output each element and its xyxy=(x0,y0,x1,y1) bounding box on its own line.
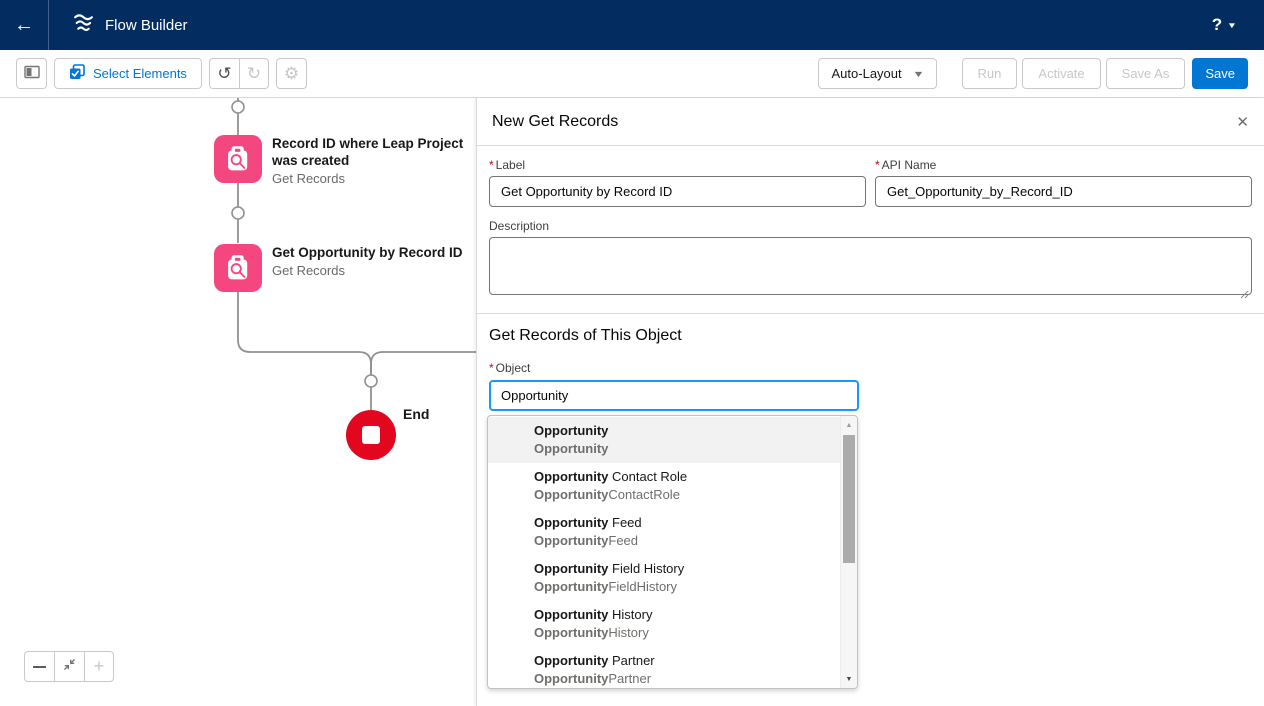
flow-settings-button[interactable]: ⚙ xyxy=(276,58,307,89)
toolbar: Select Elements ↺ ↻ ⚙ Auto-Layout ▼ Run … xyxy=(0,50,1264,98)
zoom-out-button[interactable] xyxy=(24,651,54,682)
section-title: Get Records of This Object xyxy=(489,327,1252,345)
get-records-node-icon[interactable] xyxy=(214,244,262,292)
panel-header: New Get Records ✕ xyxy=(477,98,1264,146)
panel-toggle-icon xyxy=(24,65,40,82)
required-mark: * xyxy=(489,361,494,375)
node-subtitle: Get Records xyxy=(272,262,476,280)
canvas-zoom-controls: + xyxy=(24,651,114,682)
node-title: Record ID where Leap Project was created xyxy=(272,135,476,169)
plus-icon: + xyxy=(94,656,105,677)
app-title: Flow Builder xyxy=(105,17,188,34)
flow-node-get-records-1[interactable]: Record ID where Leap Project was created… xyxy=(214,135,476,188)
scroll-up-icon[interactable]: ▲ xyxy=(841,417,857,433)
app-header: ← Flow Builder ? ▼ xyxy=(0,0,1264,50)
close-icon[interactable]: ✕ xyxy=(1236,113,1249,131)
flow-canvas[interactable]: Record ID where Leap Project was created… xyxy=(0,98,476,706)
dropdown-option-opportunity-feed[interactable]: Opportunity Feed OpportunityFeed xyxy=(488,509,840,555)
back-arrow-icon: ← xyxy=(14,14,34,37)
label-field-label: *Label xyxy=(489,158,866,172)
save-as-button[interactable]: Save As xyxy=(1106,58,1186,89)
brand: Flow Builder xyxy=(49,12,188,38)
multi-select-checkbox-icon xyxy=(69,64,85,83)
fit-view-icon xyxy=(62,657,77,677)
help-menu-button[interactable]: ? ▼ xyxy=(1212,15,1264,35)
gear-icon: ⚙ xyxy=(284,65,299,82)
api-name-input[interactable] xyxy=(875,176,1252,207)
panel-title: New Get Records xyxy=(492,113,618,131)
end-stop-icon xyxy=(362,426,380,444)
flow-builder-logo-icon xyxy=(73,12,94,38)
save-label: Save xyxy=(1205,66,1235,81)
redo-button[interactable]: ↻ xyxy=(239,58,269,89)
chevron-down-icon: ▼ xyxy=(1227,21,1237,30)
object-suggestions-dropdown: Opportunity Opportunity Opportunity Cont… xyxy=(487,415,858,689)
flow-connectors xyxy=(0,98,476,706)
minus-icon xyxy=(33,666,46,668)
run-button[interactable]: Run xyxy=(962,58,1018,89)
help-icon: ? xyxy=(1212,15,1222,35)
required-mark: * xyxy=(489,158,494,172)
scroll-down-icon[interactable]: ▼ xyxy=(841,671,857,687)
object-field: *Object Opportunity Opportunity Opportun… xyxy=(489,361,859,411)
description-field: Description xyxy=(489,219,1252,300)
label-input[interactable] xyxy=(489,176,866,207)
label-field: *Label xyxy=(489,158,866,207)
run-label: Run xyxy=(978,66,1002,81)
dropdown-scrollbar[interactable]: ▲ ▼ xyxy=(840,416,857,688)
scrollbar-thumb[interactable] xyxy=(843,435,855,563)
redo-icon: ↻ xyxy=(247,65,261,82)
dropdown-option-opportunity-contact-role[interactable]: Opportunity Contact Role OpportunityCont… xyxy=(488,463,840,509)
undo-button[interactable]: ↺ xyxy=(209,58,239,89)
api-name-field-label: *API Name xyxy=(875,158,1252,172)
back-button[interactable]: ← xyxy=(0,0,49,50)
undo-icon: ↺ xyxy=(217,65,231,82)
select-elements-button[interactable]: Select Elements xyxy=(54,58,202,89)
node-subtitle: Get Records xyxy=(272,170,476,188)
end-node-label: End xyxy=(403,406,429,422)
dropdown-option-opportunity-field-history[interactable]: Opportunity Field History OpportunityFie… xyxy=(488,555,840,601)
layout-mode-dropdown[interactable]: Auto-Layout ▼ xyxy=(818,58,937,89)
undo-redo-group: ↺ ↻ xyxy=(209,58,269,89)
dropdown-option-opportunity-history[interactable]: Opportunity History OpportunityHistory xyxy=(488,601,840,647)
end-node[interactable] xyxy=(346,410,396,460)
object-field-label: *Object xyxy=(489,361,859,375)
select-elements-label: Select Elements xyxy=(93,66,187,81)
description-textarea[interactable] xyxy=(489,237,1252,295)
toggle-left-panel-button[interactable] xyxy=(16,58,47,89)
flow-node-get-records-2[interactable]: Get Opportunity by Record ID Get Records xyxy=(214,244,476,292)
api-name-field: *API Name xyxy=(875,158,1252,207)
required-mark: * xyxy=(875,158,880,172)
object-search-input[interactable] xyxy=(489,380,859,411)
dropdown-option-opportunity-partner[interactable]: Opportunity Partner OpportunityPartner xyxy=(488,647,840,689)
description-field-label: Description xyxy=(489,219,1252,233)
layout-mode-value: Auto-Layout xyxy=(832,66,902,81)
zoom-to-fit-button[interactable] xyxy=(54,651,84,682)
zoom-in-button[interactable]: + xyxy=(84,651,114,682)
save-button[interactable]: Save xyxy=(1192,58,1248,89)
chevron-down-icon: ▼ xyxy=(912,69,924,79)
activate-label: Activate xyxy=(1038,66,1084,81)
new-get-records-panel: New Get Records ✕ *Label *API Name Descr… xyxy=(476,98,1264,706)
get-records-node-icon[interactable] xyxy=(214,135,262,183)
activate-button[interactable]: Activate xyxy=(1022,58,1100,89)
section-divider xyxy=(477,313,1264,314)
node-title: Get Opportunity by Record ID xyxy=(272,244,476,261)
dropdown-option-opportunity[interactable]: Opportunity Opportunity xyxy=(488,417,840,463)
save-as-label: Save As xyxy=(1122,66,1170,81)
